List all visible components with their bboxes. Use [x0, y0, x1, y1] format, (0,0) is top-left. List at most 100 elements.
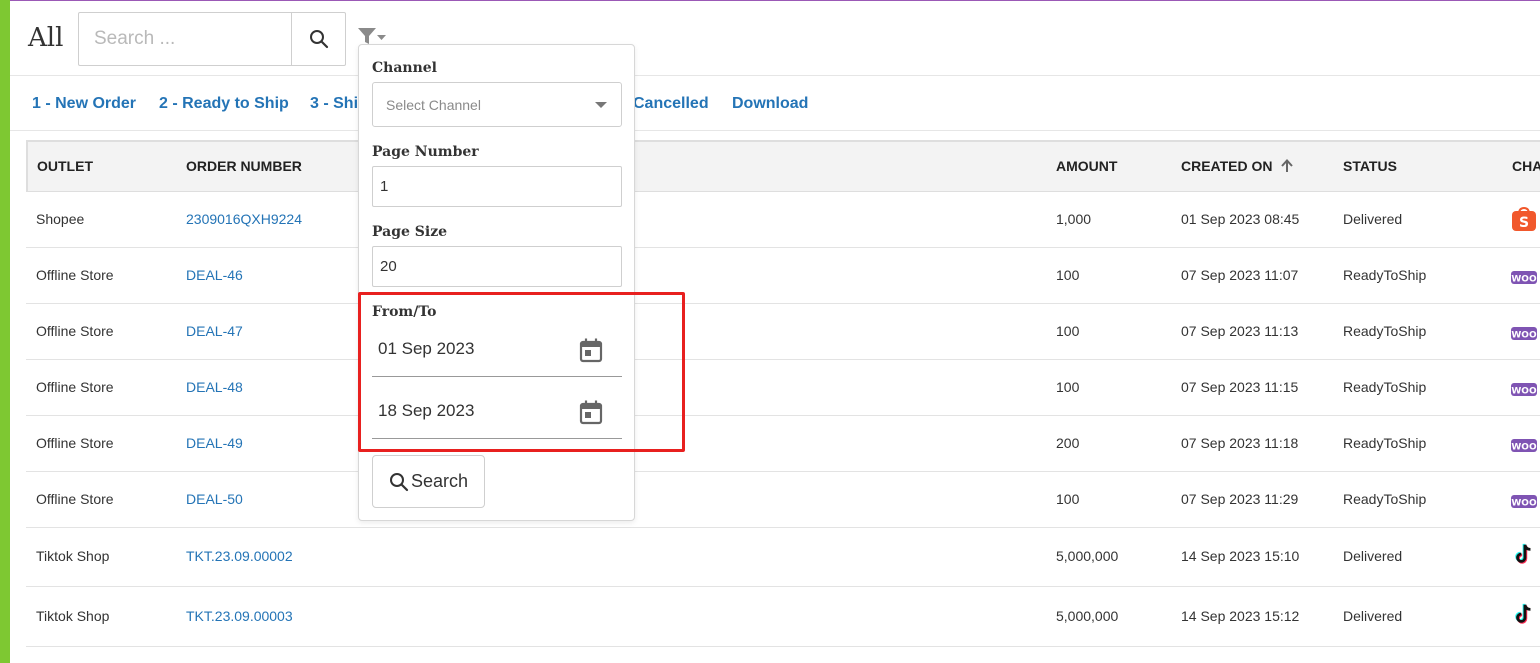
cell-status: ReadyToShip: [1343, 323, 1427, 339]
from-date-value: 01 Sep 2023: [378, 339, 475, 358]
filter-search-button-label: Search: [410, 471, 469, 491]
order-number-link[interactable]: DEAL-49: [186, 435, 243, 451]
cell-created-on: 07 Sep 2023 11:07: [1181, 267, 1299, 283]
table-row[interactable]: Shopee 2309016QXH9224 1,000 01 Sep 2023 …: [26, 192, 1540, 248]
cell-created-on: 07 Sep 2023 11:29: [1181, 491, 1299, 507]
channel-label: Channel: [372, 60, 437, 76]
column-header-channel[interactable]: CHA: [1512, 158, 1540, 174]
cell-amount: 100: [1056, 379, 1080, 395]
cell-status: Delivered: [1343, 211, 1403, 227]
svg-text:S: S: [1519, 215, 1529, 231]
table-row[interactable]: Offline Store DEAL-49 200 07 Sep 2023 11…: [26, 416, 1540, 472]
cell-status: ReadyToShip: [1343, 435, 1427, 451]
svg-text:WOO: WOO: [1511, 331, 1537, 341]
search-icon: [309, 30, 328, 49]
search-button[interactable]: [291, 13, 345, 65]
table-row[interactable]: Offline Store DEAL-46 100 07 Sep 2023 11…: [26, 248, 1540, 304]
cell-amount: 100: [1056, 323, 1080, 339]
channel-select[interactable]: Select Channel: [372, 82, 622, 127]
cell-outlet: Tiktok Shop: [36, 548, 110, 564]
page-number-input[interactable]: [372, 166, 622, 207]
shopee-icon: S: [1512, 207, 1536, 231]
tab-ready-to-ship[interactable]: 2 - Ready to Ship: [159, 95, 289, 113]
order-number-link[interactable]: DEAL-50: [186, 491, 243, 507]
cell-outlet: Offline Store: [36, 323, 114, 339]
table-row[interactable]: Tiktok Shop TKT.23.09.00003 5,000,000 14…: [26, 587, 1540, 647]
tiktok-icon: [1515, 603, 1531, 624]
cell-outlet: Tiktok Shop: [36, 608, 110, 624]
page-size-input[interactable]: [372, 246, 622, 287]
cell-amount: 100: [1056, 267, 1080, 283]
chevron-down-icon: [595, 102, 607, 108]
woocommerce-icon: WOO: [1511, 383, 1537, 397]
cell-created-on: 07 Sep 2023 11:15: [1181, 379, 1299, 395]
orders-table: OUTLET ORDER NUMBER AMOUNT CREATED ON ST…: [26, 140, 1540, 647]
table-row[interactable]: Offline Store DEAL-50 100 07 Sep 2023 11…: [26, 472, 1540, 528]
order-number-link[interactable]: DEAL-47: [186, 323, 243, 339]
column-header-amount[interactable]: AMOUNT: [1056, 158, 1117, 174]
sort-arrow-up-icon: [1281, 159, 1294, 172]
cell-outlet: Offline Store: [36, 379, 114, 395]
cell-status: Delivered: [1343, 608, 1403, 624]
cell-status: ReadyToShip: [1343, 491, 1427, 507]
calendar-icon[interactable]: [579, 337, 603, 363]
search-box: [78, 12, 346, 66]
table-header: OUTLET ORDER NUMBER AMOUNT CREATED ON ST…: [26, 140, 1540, 192]
filter-dropdown: Channel Select Channel Page Number Page …: [358, 44, 635, 521]
column-header-created-on-label: CREATED ON: [1181, 158, 1273, 174]
order-number-link[interactable]: DEAL-48: [186, 379, 243, 395]
channel-select-placeholder: Select Channel: [386, 97, 481, 113]
woocommerce-icon: WOO: [1511, 327, 1537, 341]
order-number-link[interactable]: 2309016QXH9224: [186, 211, 302, 227]
cell-outlet: Shopee: [36, 211, 85, 227]
column-header-outlet[interactable]: OUTLET: [37, 158, 93, 174]
from-date-field[interactable]: 01 Sep 2023: [372, 331, 622, 377]
table-row[interactable]: Offline Store DEAL-47 100 07 Sep 2023 11…: [26, 304, 1540, 360]
svg-text:WOO: WOO: [1511, 275, 1537, 285]
tab-shipped[interactable]: 3 - Shi: [310, 95, 358, 113]
cell-status: ReadyToShip: [1343, 267, 1427, 283]
page-size-label: Page Size: [372, 224, 448, 240]
cell-amount: 200: [1056, 435, 1080, 451]
status-tabs: 1 - New Order 2 - Ready to Ship 3 - Shi …: [10, 77, 1540, 131]
page-title: All: [28, 23, 64, 53]
woocommerce-icon: WOO: [1511, 271, 1537, 285]
cell-created-on: 14 Sep 2023 15:10: [1181, 548, 1300, 564]
search-input[interactable]: [79, 13, 291, 65]
page-number-label: Page Number: [372, 144, 479, 160]
calendar-icon[interactable]: [579, 399, 603, 425]
table-row[interactable]: Tiktok Shop TKT.23.09.00002 5,000,000 14…: [26, 528, 1540, 587]
cell-amount: 100: [1056, 491, 1080, 507]
cell-created-on: 07 Sep 2023 11:18: [1181, 435, 1299, 451]
cell-amount: 5,000,000: [1056, 608, 1119, 624]
column-header-created-on[interactable]: CREATED ON: [1181, 158, 1294, 174]
order-number-link[interactable]: DEAL-46: [186, 267, 243, 283]
cell-created-on: 14 Sep 2023 15:12: [1181, 608, 1300, 624]
cell-status: Delivered: [1343, 548, 1403, 564]
svg-text:WOO: WOO: [1511, 443, 1537, 453]
tab-cancelled[interactable]: Cancelled: [633, 95, 709, 113]
from-to-label: From/To: [372, 304, 437, 320]
tab-download[interactable]: Download: [732, 95, 808, 113]
header: All: [10, 1, 1540, 76]
woocommerce-icon: WOO: [1511, 495, 1537, 509]
tab-new-order[interactable]: 1 - New Order: [32, 95, 136, 113]
cell-amount: 5,000,000: [1056, 548, 1119, 564]
left-accent-bar: [0, 0, 10, 663]
order-number-link[interactable]: TKT.23.09.00002: [186, 548, 293, 564]
cell-created-on: 07 Sep 2023 11:13: [1181, 323, 1299, 339]
order-number-link[interactable]: TKT.23.09.00003: [186, 608, 293, 624]
column-header-status[interactable]: STATUS: [1343, 158, 1397, 174]
cell-outlet: Offline Store: [36, 435, 114, 451]
cell-status: ReadyToShip: [1343, 379, 1427, 395]
woocommerce-icon: WOO: [1511, 439, 1537, 453]
to-date-field[interactable]: 18 Sep 2023: [372, 393, 622, 439]
filter-search-button[interactable]: Search: [372, 455, 485, 508]
to-date-value: 18 Sep 2023: [378, 401, 475, 420]
column-header-order-number[interactable]: ORDER NUMBER: [186, 158, 302, 174]
search-icon: [389, 472, 409, 491]
svg-text:WOO: WOO: [1511, 499, 1537, 509]
table-row[interactable]: Offline Store DEAL-48 100 07 Sep 2023 11…: [26, 360, 1540, 416]
cell-outlet: Offline Store: [36, 267, 114, 283]
cell-amount: 1,000: [1056, 211, 1092, 227]
